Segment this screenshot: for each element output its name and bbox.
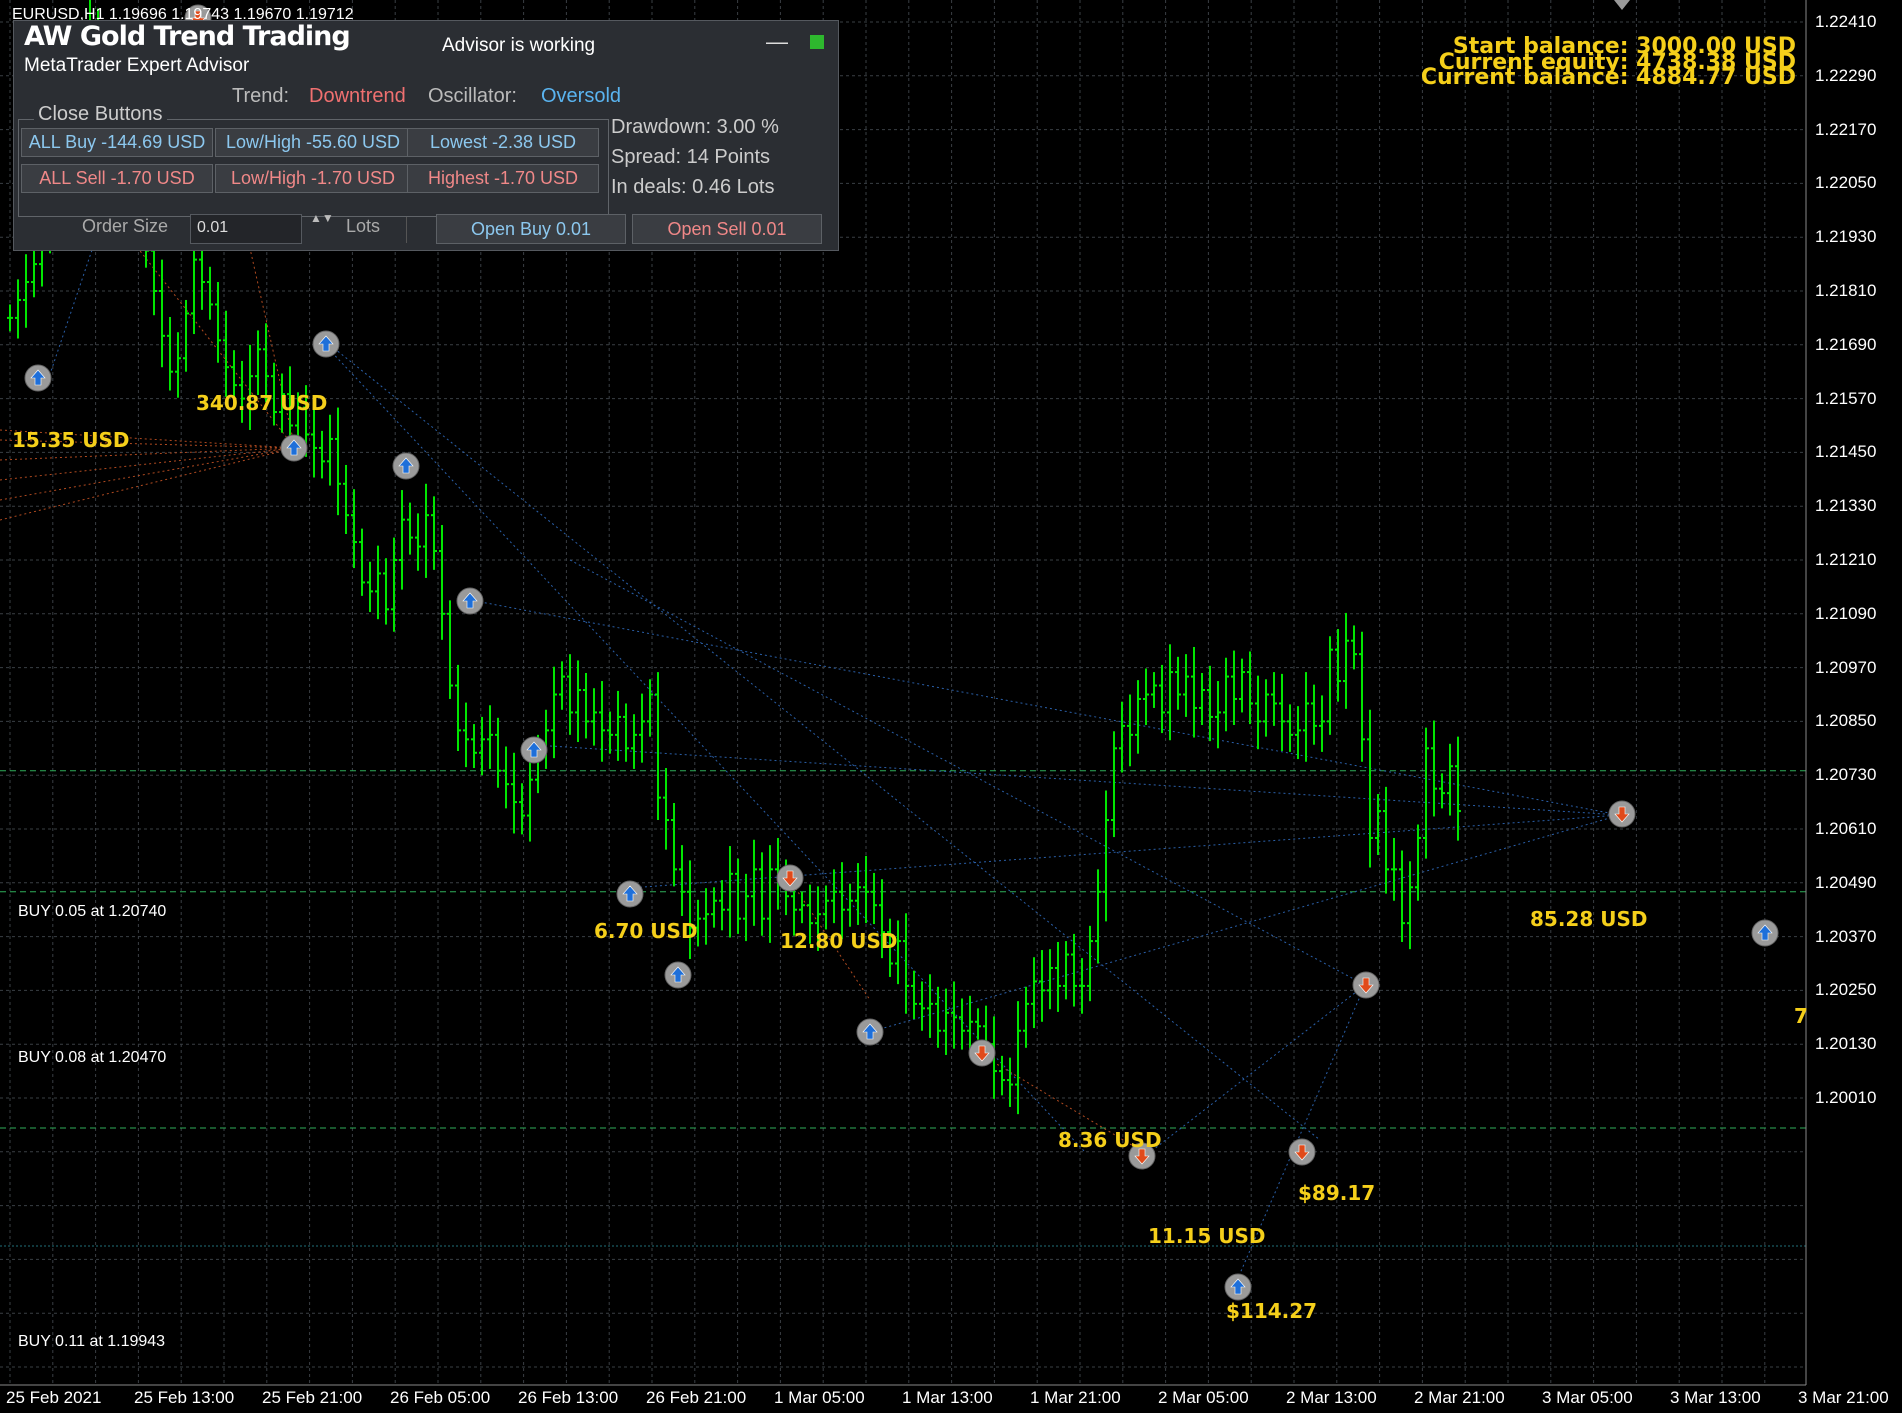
price-tick-label: 1.20610 xyxy=(1815,819,1877,838)
sell-arrow-icon xyxy=(1608,800,1636,828)
close-all-sell-button[interactable]: ALL Sell -1.70 USD xyxy=(21,164,213,193)
divider xyxy=(406,217,407,243)
profit-label-3: 6.70 USD xyxy=(594,919,698,943)
buy-arrow-icon xyxy=(664,961,692,989)
close-low-high-sell-button[interactable]: Low/High -1.70 USD xyxy=(215,164,411,193)
buy-arrow-icon xyxy=(856,1018,884,1046)
price-tick-label: 1.22410 xyxy=(1815,12,1877,31)
order-size-spinner[interactable]: ▲▼ xyxy=(310,211,334,226)
minimize-button[interactable]: — xyxy=(766,29,788,55)
time-tick-label: 1 Mar 21:00 xyxy=(1030,1388,1121,1407)
buy-arrow-icon xyxy=(392,452,420,480)
open-buy-button[interactable]: Open Buy 0.01 xyxy=(436,214,626,244)
profit-label-2: 340.87 USD xyxy=(196,391,328,415)
sell-arrow-icon xyxy=(776,864,804,892)
price-tick-label: 1.21930 xyxy=(1815,227,1877,247)
price-tick-label: 1.20250 xyxy=(1815,980,1877,1000)
profit-label-1: 15.35 USD xyxy=(12,428,130,452)
price-tick-label: 1.20370 xyxy=(1815,926,1877,946)
order-size-label: Order Size xyxy=(82,216,169,236)
buy-arrow-icon xyxy=(280,434,308,462)
time-tick-label: 25 Feb 21:00 xyxy=(262,1388,363,1407)
spread-info: Spread: 14 Points xyxy=(611,146,770,168)
time-tick-label: 26 Feb 13:00 xyxy=(518,1388,619,1407)
profit-label-4: 12.80 USD xyxy=(780,929,898,953)
oscillator-value: Oversold xyxy=(541,85,622,107)
time-tick-label: 1 Mar 05:00 xyxy=(774,1388,865,1407)
profit-label-9: 85.28 USD xyxy=(1530,907,1648,931)
time-tick-label: 3 Mar 05:00 xyxy=(1542,1388,1633,1407)
close-highest-button[interactable]: Highest -1.70 USD xyxy=(407,164,599,193)
close-all-buy-button[interactable]: ALL Buy -144.69 USD xyxy=(21,128,213,157)
time-tick-label: 3 Mar 21:00 xyxy=(1798,1388,1889,1407)
time-tick-label: 25 Feb 13:00 xyxy=(134,1388,235,1407)
close-lowest-button[interactable]: Lowest -2.38 USD xyxy=(407,128,599,157)
time-tick-label: 1 Mar 13:00 xyxy=(902,1388,993,1407)
buy-arrow-icon xyxy=(24,364,52,392)
trade-line-label-1: BUY 0.05 at 1.20740 xyxy=(18,903,167,920)
price-tick-label: 1.21810 xyxy=(1815,281,1877,300)
price-tick-label: 1.20730 xyxy=(1815,765,1877,785)
panel-title: AW Gold Trend Trading xyxy=(24,21,351,52)
profit-label-10: 7 xyxy=(1794,1004,1808,1028)
price-tick-label: 1.21570 xyxy=(1815,388,1877,408)
sell-arrow-icon xyxy=(1288,1138,1316,1166)
time-tick-label: 25 Feb 2021 xyxy=(6,1388,102,1407)
price-tick-label: 1.22050 xyxy=(1815,173,1877,193)
price-tick-label: 1.21090 xyxy=(1815,603,1877,623)
sell-arrow-icon xyxy=(1352,971,1380,999)
price-tick-label: 1.22170 xyxy=(1815,119,1877,139)
sell-arrow-icon xyxy=(968,1039,996,1067)
advisor-status: Advisor is working xyxy=(442,35,596,56)
open-sell-button[interactable]: Open Sell 0.01 xyxy=(632,214,822,244)
price-tick-label: 1.21330 xyxy=(1815,496,1877,516)
profit-label-6: 11.15 USD xyxy=(1148,1224,1266,1248)
price-tick-label: 1.20010 xyxy=(1815,1088,1877,1107)
status-indicator-icon xyxy=(810,35,824,49)
price-tick-label: 1.21450 xyxy=(1815,442,1877,462)
oscillator-label: Oscillator: xyxy=(428,85,517,107)
profit-label-7: $114.27 xyxy=(1226,1299,1318,1323)
price-tick-label: 1.20490 xyxy=(1815,872,1877,892)
buy-arrow-icon xyxy=(1751,919,1779,947)
trade-line-label-2: BUY 0.08 at 1.20470 xyxy=(18,1049,167,1066)
time-tick-label: 2 Mar 05:00 xyxy=(1158,1388,1249,1407)
price-tick-label: 1.21210 xyxy=(1815,550,1877,569)
close-low-high-buy-button[interactable]: Low/High -55.60 USD xyxy=(215,128,411,157)
price-tick-label: 1.21690 xyxy=(1815,334,1877,354)
time-tick-label: 26 Feb 05:00 xyxy=(390,1388,491,1407)
panel-subtitle: MetaTrader Expert Advisor xyxy=(24,55,250,76)
drawdown-info: Drawdown: 3.00 % xyxy=(611,116,779,138)
trend-value: Downtrend xyxy=(309,85,406,107)
trade-line-label-3: BUY 0.11 at 1.19943 xyxy=(18,1333,166,1350)
buy-arrow-icon xyxy=(456,587,484,615)
buy-arrow-icon xyxy=(1224,1273,1252,1301)
close-buttons-label: Close Buttons xyxy=(34,103,167,126)
price-tick-label: 1.20130 xyxy=(1815,1034,1877,1054)
profit-label-8: $89.17 xyxy=(1298,1181,1376,1205)
time-tick-label: 2 Mar 13:00 xyxy=(1286,1388,1377,1407)
profit-label-5: 8.36 USD xyxy=(1058,1128,1162,1152)
price-tick-label: 1.20850 xyxy=(1815,711,1877,731)
lots-label: Lots xyxy=(346,216,381,236)
expert-advisor-panel: AW Gold Trend Trading MetaTrader Expert … xyxy=(13,20,839,251)
time-tick-label: 26 Feb 21:00 xyxy=(646,1388,747,1407)
trend-label: Trend: xyxy=(232,85,290,107)
buy-arrow-icon xyxy=(520,736,548,764)
buy-arrow-icon xyxy=(312,330,340,358)
order-size-input[interactable]: 0.01 xyxy=(190,214,302,244)
price-tick-label: 1.22290 xyxy=(1815,65,1877,85)
in-deals-info: In deals: 0.46 Lots xyxy=(611,176,775,198)
current-balance: Current balance: 4884.77 USD xyxy=(1420,65,1796,90)
buy-arrow-icon xyxy=(616,880,644,908)
price-tick-label: 1.20970 xyxy=(1815,657,1877,677)
time-tick-label: 3 Mar 13:00 xyxy=(1670,1388,1761,1407)
time-tick-label: 2 Mar 21:00 xyxy=(1414,1388,1505,1407)
